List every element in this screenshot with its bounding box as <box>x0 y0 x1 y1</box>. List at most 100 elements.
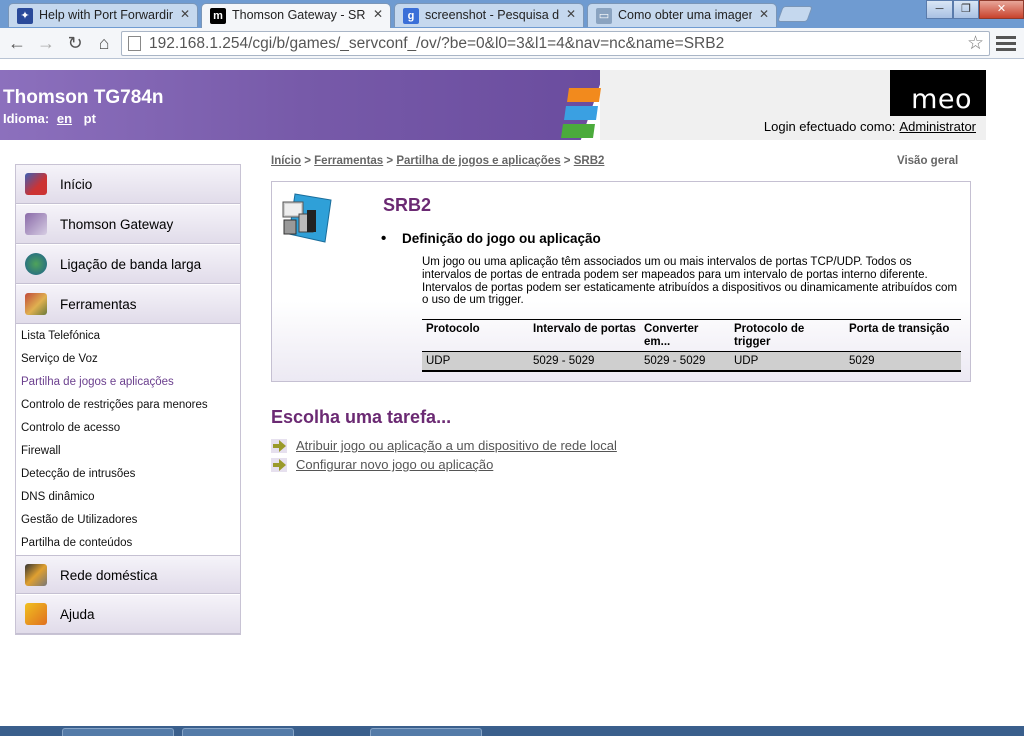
breadcrumb-separator: > <box>386 155 394 167</box>
col-porta-transicao: Porta de transição <box>845 319 961 352</box>
tab-title: Como obter uma imagem <box>618 8 752 22</box>
router-icon <box>25 213 47 235</box>
login-label: Login efectuado como: <box>763 119 896 134</box>
forum-icon: ✦ <box>17 8 33 24</box>
close-icon[interactable]: ✕ <box>759 7 769 21</box>
tasks-title: Escolha uma tarefa... <box>271 407 452 427</box>
forward-icon[interactable]: → <box>35 32 57 54</box>
close-window-button[interactable]: ✕ <box>979 0 1024 19</box>
tab-google-search[interactable]: g screenshot - Pesquisa do G ✕ <box>394 3 584 27</box>
task-label[interactable]: Atribuir jogo ou aplicação a um disposit… <box>296 438 617 453</box>
language-selector: Idioma: en pt <box>3 111 96 126</box>
sidebar-sub-controlo-restricoes[interactable]: Controlo de restrições para menores <box>21 399 208 411</box>
sidebar: Início Thomson Gateway Ligação de banda … <box>15 164 241 635</box>
help-icon <box>25 603 47 625</box>
tab-help-port-forwarding[interactable]: ✦ Help with Port Forwarding ✕ <box>8 3 198 27</box>
back-icon[interactable]: ← <box>6 32 28 54</box>
sidebar-item-label: Ferramentas <box>60 297 137 312</box>
sidebar-item-rede-domestica[interactable]: Rede doméstica <box>16 555 240 594</box>
url-text: 192.168.1.254/cgi/b/games/_servconf_/ov/… <box>149 35 725 52</box>
minimize-button[interactable]: ─ <box>926 0 953 19</box>
col-protocolo: Protocolo <box>422 319 529 352</box>
sidebar-sub-partilha-conteudos[interactable]: Partilha de conteúdos <box>21 537 132 549</box>
tab-como-obter[interactable]: ▭ Como obter uma imagem ✕ <box>587 3 777 27</box>
tools-icon <box>25 293 47 315</box>
taskbar-item[interactable] <box>62 728 174 736</box>
sidebar-item-label: Ajuda <box>60 607 95 622</box>
sidebar-item-inicio[interactable]: Início <box>16 165 240 204</box>
sidebar-item-label: Início <box>60 177 93 192</box>
cell-converter-em: 5029 - 5029 <box>640 351 730 371</box>
sidebar-item-banda-larga[interactable]: Ligação de banda larga <box>16 245 240 284</box>
reload-icon[interactable]: ↻ <box>64 32 86 54</box>
new-tab-button[interactable] <box>777 6 813 22</box>
table-header-row: Protocolo Intervalo de portas Converter … <box>422 319 961 352</box>
sidebar-item-ajuda[interactable]: Ajuda <box>16 595 240 634</box>
header-banner: Thomson TG784n Idioma: en pt <box>0 70 605 140</box>
blue-stripe <box>564 106 598 120</box>
breadcrumb-separator: > <box>304 155 311 167</box>
col-converter-em: Converter em... <box>640 319 730 352</box>
sidebar-item-thomson-gateway[interactable]: Thomson Gateway <box>16 205 240 244</box>
login-status: Login efectuado como: Administrator <box>600 119 976 134</box>
close-icon[interactable]: ✕ <box>373 7 383 21</box>
breadcrumb-srb2[interactable]: SRB2 <box>574 155 605 167</box>
login-user-link[interactable]: Administrator <box>899 119 976 134</box>
lang-en-link[interactable]: en <box>57 111 72 126</box>
description-text: Um jogo ou uma aplicação têm associados … <box>422 256 958 307</box>
bookmark-star-icon[interactable]: ☆ <box>967 32 984 55</box>
taskbar-item[interactable] <box>182 728 294 736</box>
sidebar-item-label: Thomson Gateway <box>60 217 174 232</box>
game-computer-icon <box>282 193 332 243</box>
sidebar-sub-deteccao-intrusoes[interactable]: Detecção de intrusões <box>21 468 135 480</box>
browser-tab-strip: ✦ Help with Port Forwarding ✕ m Thomson … <box>0 0 1024 28</box>
browser-toolbar: ← → ↻ ⌂ 192.168.1.254/cgi/b/games/_servc… <box>0 28 1024 59</box>
maximize-button[interactable]: ❐ <box>953 0 979 19</box>
home-icon[interactable]: ⌂ <box>93 32 115 54</box>
google-icon: g <box>403 8 419 24</box>
cell-protocolo-trigger: UDP <box>730 351 845 371</box>
sidebar-sub-firewall[interactable]: Firewall <box>21 445 61 457</box>
arrow-right-icon <box>271 439 287 453</box>
menu-icon[interactable] <box>996 36 1016 52</box>
col-intervalo-portas: Intervalo de portas <box>529 319 640 352</box>
close-icon[interactable]: ✕ <box>566 7 576 21</box>
orange-stripe <box>567 88 601 102</box>
page-icon: ▭ <box>596 8 612 24</box>
arrow-right-icon <box>271 458 287 472</box>
sidebar-item-label: Ligação de banda larga <box>60 257 202 272</box>
page-title: SRB2 <box>383 195 432 215</box>
sidebar-item-label: Rede doméstica <box>60 568 158 583</box>
sidebar-sub-lista-telefonica[interactable]: Lista Telefónica <box>21 330 100 342</box>
tab-thomson-gateway[interactable]: m Thomson Gateway - SRB2 ✕ <box>201 3 391 28</box>
cell-porta-transicao: 5029 <box>845 351 961 371</box>
breadcrumb-partilha-jogos[interactable]: Partilha de jogos e aplicações <box>396 155 560 167</box>
sidebar-sub-controlo-acesso[interactable]: Controlo de acesso <box>21 422 120 434</box>
close-icon[interactable]: ✕ <box>180 7 190 21</box>
sidebar-item-ferramentas[interactable]: Ferramentas <box>16 285 240 324</box>
tab-title: screenshot - Pesquisa do G <box>425 8 559 22</box>
port-table: Protocolo Intervalo de portas Converter … <box>422 319 961 372</box>
taskbar-item[interactable] <box>370 728 482 736</box>
m-icon: m <box>210 8 226 24</box>
globe-icon <box>25 253 47 275</box>
sidebar-sub-dns-dinamico[interactable]: DNS dinâmico <box>21 491 95 503</box>
network-icon <box>25 564 47 586</box>
table-row: UDP 5029 - 5029 5029 - 5029 UDP 5029 <box>422 351 961 371</box>
address-bar[interactable]: 192.168.1.254/cgi/b/games/_servconf_/ov/… <box>121 31 990 56</box>
device-model-title: Thomson TG784n <box>3 87 164 108</box>
task-label[interactable]: Configurar novo jogo ou aplicação <box>296 457 493 472</box>
section-heading: Definição do jogo ou aplicação <box>381 230 601 247</box>
breadcrumb-separator: > <box>563 155 571 167</box>
sidebar-sub-gestao-utilizadores[interactable]: Gestão de Utilizadores <box>21 514 137 526</box>
tab-title: Help with Port Forwarding <box>39 8 173 22</box>
breadcrumb-ferramentas[interactable]: Ferramentas <box>314 155 383 167</box>
page-icon <box>128 36 141 51</box>
sidebar-sub-partilha-jogos[interactable]: Partilha de jogos e aplicações <box>21 376 174 388</box>
green-stripe <box>561 124 595 138</box>
home-icon <box>25 173 47 195</box>
sidebar-sub-servico-voz[interactable]: Serviço de Voz <box>21 353 98 365</box>
cell-protocolo: UDP <box>422 351 529 371</box>
breadcrumb-inicio[interactable]: Início <box>271 155 301 167</box>
lang-pt-current: pt <box>83 111 96 126</box>
